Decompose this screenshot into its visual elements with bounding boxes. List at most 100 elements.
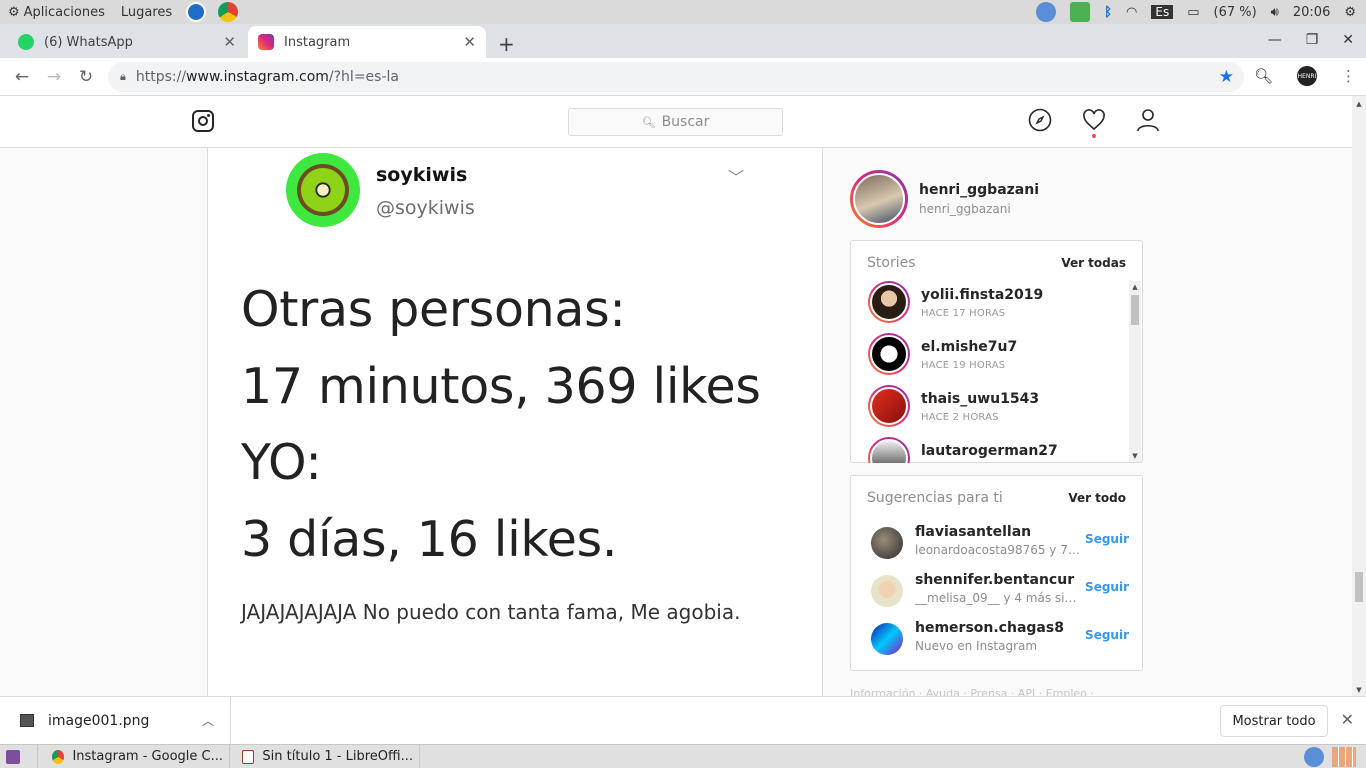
scrollbar-thumb[interactable]: [1131, 295, 1139, 325]
suggestion-avatar[interactable]: [871, 575, 903, 607]
bookmark-star-icon[interactable]: ★: [1219, 67, 1234, 87]
suggestion-item: shennifer.bentancur __melisa_09__ y 4 má…: [871, 572, 1131, 612]
activity-heart-icon[interactable]: [1082, 108, 1106, 138]
suggestion-avatar[interactable]: [871, 527, 903, 559]
tab-instagram[interactable]: Instagram ✕: [248, 26, 486, 58]
own-username[interactable]: henri_ggbazani: [919, 182, 1039, 198]
chevron-down-icon: ﹀: [728, 168, 745, 187]
suggestion-avatar[interactable]: [871, 623, 903, 655]
url-scheme: https://: [135, 69, 187, 85]
search-input[interactable]: 🔍︎ Buscar: [568, 108, 783, 136]
wifi-icon[interactable]: ◠: [1126, 5, 1137, 20]
scroll-up-icon[interactable]: ▲: [1352, 100, 1366, 108]
stories-list: yolii.finsta2019 HACE 17 HORAS el.mishe7…: [851, 281, 1131, 463]
minimize-icon[interactable]: —: [1268, 32, 1282, 48]
tweet-text-line: YO:: [241, 434, 322, 491]
story-avatar: [870, 387, 908, 425]
scroll-down-icon[interactable]: ▼: [1129, 452, 1141, 460]
show-desktop-icon[interactable]: [0, 744, 38, 768]
own-profile-avatar[interactable]: [850, 170, 908, 228]
stories-header: Stories: [867, 255, 916, 271]
clock[interactable]: 20:06: [1293, 5, 1330, 20]
stories-see-all-link[interactable]: Ver todas: [1061, 256, 1126, 270]
applications-menu[interactable]: ⚙ Aplicaciones: [0, 5, 113, 20]
settings-gear-icon[interactable]: ⚙: [1344, 5, 1356, 20]
launcher-app-icon[interactable]: [186, 2, 207, 22]
update-notifier-icon[interactable]: [1036, 2, 1057, 22]
suggestions-see-all-link[interactable]: Ver todo: [1068, 491, 1126, 505]
bluetooth-icon[interactable]: ᛒ: [1104, 5, 1112, 20]
lock-icon[interactable]: 🔒︎: [120, 70, 126, 84]
update-notifier-icon[interactable]: [1304, 746, 1324, 767]
story-item[interactable]: yolii.finsta2019 HACE 17 HORAS: [868, 281, 1128, 325]
system-taskbar: Instagram - Google C... Sin título 1 - L…: [0, 744, 1366, 768]
stories-scrollbar[interactable]: ▲ ▼: [1129, 281, 1141, 462]
download-filename: image001.png: [48, 712, 150, 729]
suggestions-header: Sugerencias para ti: [867, 490, 1003, 506]
suggestion-username[interactable]: shennifer.bentancur: [915, 572, 1074, 588]
kiwi-avatar-icon: [286, 153, 360, 227]
profile-avatar[interactable]: HENRI: [1297, 66, 1317, 86]
tray-app-icon[interactable]: [1070, 2, 1091, 22]
suggestion-item: flaviasantellan leonardoacosta98765 y 7 …: [871, 524, 1131, 564]
battery-percentage: (67 %): [1213, 4, 1257, 20]
back-icon[interactable]: ←: [6, 67, 38, 87]
chevron-up-icon[interactable]: ︿: [202, 712, 214, 729]
story-item[interactable]: el.mishe7u7 HACE 19 HORAS: [868, 333, 1128, 377]
scroll-up-icon[interactable]: ▲: [1129, 283, 1141, 291]
address-bar[interactable]: 🔒︎ https:// www.instagram.com /?hl=es-la…: [108, 62, 1244, 92]
taskbar-item-libreoffice[interactable]: Sin título 1 - LibreOffi...: [230, 744, 420, 768]
story-time: HACE 17 HORAS: [921, 308, 1006, 319]
url-host: www.instagram.com: [186, 69, 329, 85]
show-all-downloads-button[interactable]: Mostrar todo: [1220, 705, 1328, 737]
explore-compass-icon[interactable]: [1028, 108, 1052, 132]
chrome-launcher-icon[interactable]: [218, 2, 239, 22]
applications-menu-label: Aplicaciones: [23, 4, 105, 20]
system-top-bar: ⚙ Aplicaciones Lugares ᛒ ◠ Es ▭ (67 %) 🔊…: [0, 0, 1366, 24]
footer-links[interactable]: Información · Ayuda · Prensa · API · Emp…: [850, 687, 1094, 696]
suggestion-username[interactable]: flaviasantellan: [915, 524, 1031, 540]
battery-icon[interactable]: ▭: [1187, 5, 1199, 20]
scroll-down-icon[interactable]: ▼: [1352, 686, 1366, 694]
scrollbar-thumb[interactable]: [1355, 572, 1363, 602]
notification-dot: [1092, 134, 1096, 138]
tweet-text-line: 17 minutos, 369 likes: [241, 358, 761, 415]
keyboard-layout-indicator[interactable]: Es: [1151, 5, 1174, 19]
story-username: thais_uwu1543: [921, 391, 1040, 407]
reload-icon[interactable]: ↻: [70, 67, 102, 87]
feed-post: soykiwis @soykiwis ﹀ Otras personas: 17 …: [207, 148, 823, 696]
download-item[interactable]: image001.png ︿: [0, 697, 231, 744]
tab-whatsapp[interactable]: (6) WhatsApp ✕: [8, 26, 246, 58]
new-tab-button[interactable]: +: [498, 32, 515, 56]
page-scrollbar[interactable]: ▲ ▼: [1352, 96, 1366, 696]
instagram-icon: [258, 34, 274, 50]
close-icon[interactable]: ✕: [223, 33, 236, 51]
places-menu[interactable]: Lugares: [113, 5, 180, 20]
tweet-text-line: 3 días, 16 likes.: [241, 511, 618, 568]
story-item[interactable]: lautarogerman27: [868, 437, 1128, 463]
file-icon: [20, 714, 34, 727]
taskbar-item-chrome[interactable]: Instagram - Google C...: [38, 744, 230, 768]
follow-button[interactable]: Seguir: [1085, 580, 1129, 594]
close-window-icon[interactable]: ✕: [1342, 32, 1354, 48]
workspace-switcher[interactable]: [1332, 746, 1356, 767]
search-extension-icon[interactable]: 🔍︎: [1254, 67, 1273, 85]
story-item[interactable]: thais_uwu1543 HACE 2 HORAS: [868, 385, 1128, 429]
suggestion-username[interactable]: hemerson.chagas8: [915, 620, 1064, 636]
volume-icon[interactable]: 🔊︎: [1271, 5, 1279, 20]
libreoffice-icon: [242, 749, 255, 764]
close-icon[interactable]: ✕: [1341, 710, 1354, 729]
instagram-logo-icon[interactable]: [192, 110, 214, 132]
suggestion-subtext: leonardoacosta98765 y 7 m...: [915, 543, 1080, 557]
follow-button[interactable]: Seguir: [1085, 532, 1129, 546]
close-icon[interactable]: ✕: [463, 33, 476, 51]
profile-user-icon[interactable]: [1136, 108, 1160, 132]
window-controls: — ❐ ✕: [1268, 32, 1354, 48]
follow-button[interactable]: Seguir: [1085, 628, 1129, 642]
maximize-icon[interactable]: ❐: [1306, 32, 1319, 48]
forward-icon[interactable]: →: [38, 67, 70, 87]
tweet-footer-text: JAJAJAJAJAJA No puedo con tanta fama, Me…: [241, 600, 741, 624]
suggestion-subtext: Nuevo en Instagram: [915, 639, 1038, 653]
chrome-menu-icon[interactable]: ⋮: [1341, 67, 1356, 85]
suggestion-subtext: __melisa_09__ y 4 más sigu...: [915, 591, 1080, 605]
